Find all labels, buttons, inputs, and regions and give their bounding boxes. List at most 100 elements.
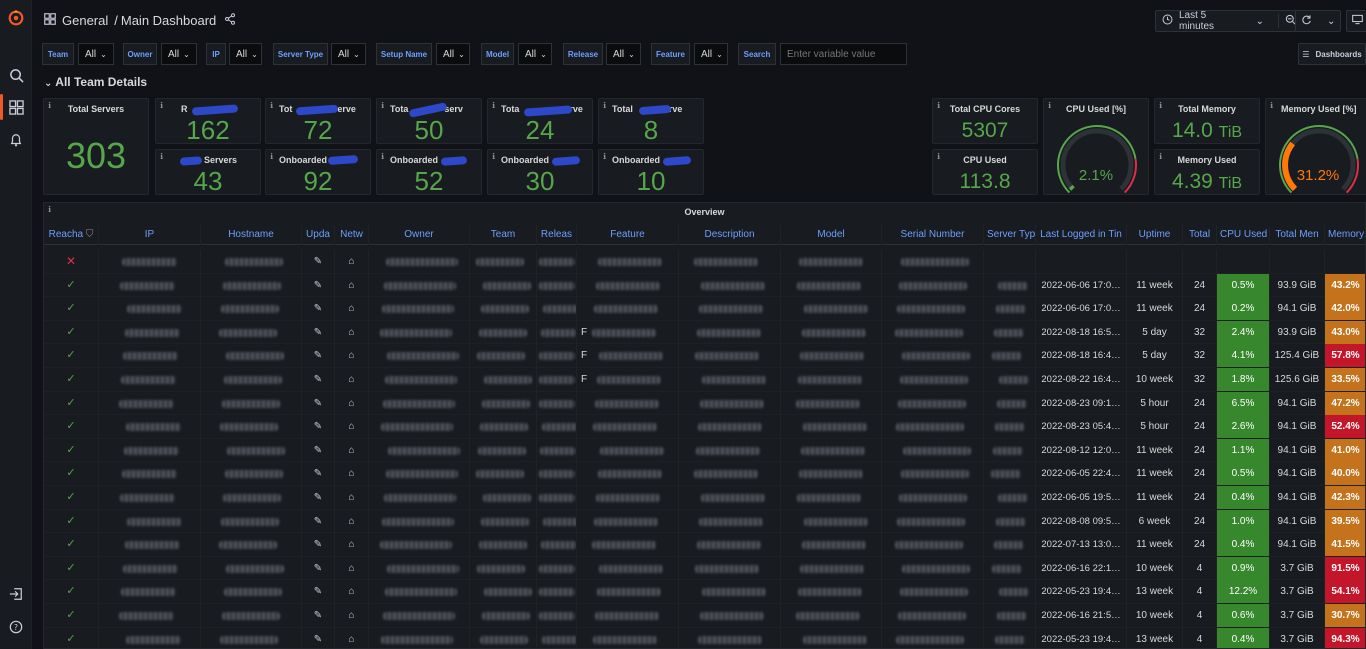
edit-icon[interactable]: ✎ [314,539,322,550]
sign-in-icon[interactable] [6,584,26,604]
network-icon[interactable]: ⌂ [348,539,354,550]
column-header[interactable]: Releas [537,225,577,245]
table-row[interactable]: ✓ ✎ ⌂ L 2022-08-23 05:4…5 hour242.6%94.1 GiB… [44,415,1365,439]
column-header[interactable]: IP [99,225,201,245]
tv-mode-button[interactable] [1346,10,1366,32]
grafana-logo-icon[interactable] [6,8,26,28]
network-icon[interactable]: ⌂ [348,398,354,409]
table-row[interactable]: ✓ ✎ ⌂ F 2022-08-18 16:4… 5 day 32 4.1% 125.4 GiB… [44,344,1365,368]
edit-icon[interactable]: ✎ [314,492,322,503]
edit-icon[interactable]: ✎ [314,421,322,432]
table-row[interactable]: ✓ ✎ ⌂ L 2022-06-06 17:0…11 week240.5%93.9 Gi… [44,273,1365,298]
column-header[interactable]: Uptime [1127,225,1183,245]
edit-icon[interactable]: ✎ [314,610,322,621]
filter-icon[interactable]: ⛉ [83,229,94,240]
stat-total-memory[interactable]: ℹ Total Memory 14.0 TiB [1154,98,1260,144]
network-icon[interactable]: ⌂ [348,327,354,338]
column-header[interactable]: Reacha ⛉ [44,225,99,245]
column-header[interactable]: Upda [302,225,335,245]
network-icon[interactable]: ⌂ [348,280,354,291]
edit-icon[interactable]: ✎ [314,634,322,645]
var-select-team[interactable]: All ⌄ [78,43,114,65]
stat-panel-9[interactable]: ℹ Onboarded 30 [487,149,593,195]
table-row[interactable]: ✓ ✎ ⌂ E 2022-06-16 22:1…10 week40.9%3.7 GiB9… [44,556,1365,581]
table-row[interactable]: ✓ ✎ ⌂ 2022-06-05 19:5… 11 week 24 0.4% 94.1 GiB… [44,485,1365,510]
dashboard-title[interactable]: Main Dashboard [121,13,216,28]
stat-panel-3[interactable]: ℹ Tota serv 50 [376,98,482,144]
network-icon[interactable]: ⌂ [348,421,354,432]
column-header[interactable]: Total Men [1270,225,1325,245]
dashboards-button[interactable]: ☰ Dashboards [1298,43,1366,65]
edit-icon[interactable]: ✎ [314,563,322,574]
table-row[interactable]: ✓ ✎ ⌂ L 2022-06-06 17:0…11 week240.2%94.1 Gi… [44,297,1365,321]
table-row[interactable]: ✕ ✎ ⌂ [44,250,1365,274]
table-row[interactable]: ✓ ✎ ⌂ 2022-05-23 19:4… 13 week 4 12.2% 3.7 GiB 5… [44,580,1365,604]
column-header[interactable]: Hostname [201,225,302,245]
var-select-ip[interactable]: All ⌄ [229,43,262,65]
row-header[interactable]: ⌄ All Team Details [44,75,147,89]
column-header[interactable]: Server Typ [984,225,1036,245]
table-row[interactable]: ✓ ✎ ⌂ F 2022-08-18 16:5… 5 day 32 2.4% 93.9 GiB 4… [44,320,1365,345]
column-header[interactable]: Last Logged in Tin [1036,225,1127,245]
network-icon[interactable]: ⌂ [348,610,354,621]
column-header[interactable]: Netw [335,225,369,245]
column-header[interactable]: Memory U [1325,225,1365,245]
stat-memory-used[interactable]: ℹ Memory Used 4.39 TiB [1154,149,1260,195]
refresh-interval-chevron-icon[interactable]: ⌄ [1327,16,1335,27]
network-icon[interactable]: ⌂ [348,563,354,574]
stat-panel-7[interactable]: ℹ Onboarded 92 [265,149,371,195]
edit-icon[interactable]: ✎ [314,398,322,409]
variable-search-input[interactable] [780,43,907,65]
network-icon[interactable]: ⌂ [348,445,354,456]
var-select-feature[interactable]: All ⌄ [694,43,728,65]
stat-panel-1[interactable]: ℹ R 162 [155,98,261,144]
var-select-release[interactable]: All ⌄ [606,43,641,65]
column-header[interactable]: Model [781,225,882,245]
share-icon[interactable] [224,13,236,28]
stat-panel-6[interactable]: ℹ Servers 43 [155,149,261,195]
gauge-memory-used-percent[interactable]: ℹ Memory Used [%] 31.2% [1265,98,1366,195]
var-select-server-type[interactable]: All ⌄ [331,43,366,65]
edit-icon[interactable]: ✎ [314,586,322,597]
table-row[interactable]: ✓ ✎ ⌂ F 2022-07-13 13:0…11 week240.4%94.1 Gi… [44,533,1365,557]
network-icon[interactable]: ⌂ [348,256,354,267]
help-icon[interactable]: ? [6,617,26,637]
table-row[interactable]: ✓ ✎ ⌂ F 2022-08-22 16:4… 10 week 32 1.8% 125.6 G… [44,367,1365,392]
stat-total-servers[interactable]: ℹ Total Servers 303 [43,98,149,195]
stat-total-cpu-cores[interactable]: ℹ Total CPU Cores 5307 [932,98,1038,144]
search-icon[interactable] [6,65,26,85]
network-icon[interactable]: ⌂ [348,586,354,597]
edit-icon[interactable]: ✎ [314,374,322,385]
edit-icon[interactable]: ✎ [314,303,322,314]
var-select-owner[interactable]: All ⌄ [161,43,197,65]
network-icon[interactable]: ⌂ [348,350,354,361]
column-header[interactable]: Total [1183,225,1217,245]
table-row[interactable]: ✓ ✎ ⌂ L 2022-08-12 12:0…11 week241.1%94.1 Gi… [44,438,1365,463]
network-icon[interactable]: ⌂ [348,303,354,314]
table-row[interactable]: ✓ ✎ ⌂ E 2022-05-23 19:4…13 week40.4%3.7 GiB9… [44,627,1365,648]
table-row[interactable]: ✓ ✎ ⌂ L 2022-06-05 22:4…11 week240.5%94.1 Gi… [44,462,1365,486]
edit-icon[interactable]: ✎ [314,468,322,479]
edit-icon[interactable]: ✎ [314,350,322,361]
column-header[interactable]: Serial Number [882,225,984,245]
stat-panel-5[interactable]: ℹ Total rve 8 [598,98,704,144]
table-row[interactable]: ✓ ✎ ⌂ F 2022-08-08 09:5…6 week241.0%94.1 GiB… [44,509,1365,534]
edit-icon[interactable]: ✎ [314,256,322,267]
stat-panel-4[interactable]: ℹ Totaserve 24 [487,98,593,144]
column-header[interactable]: Owner [369,225,470,245]
column-header[interactable]: CPU Used [1217,225,1270,245]
network-icon[interactable]: ⌂ [348,634,354,645]
column-header[interactable]: Description [679,225,781,245]
stat-panel-8[interactable]: ℹ Onboarded 52 [376,149,482,195]
stat-panel-2[interactable]: ℹ Tot serve 72 [265,98,371,144]
table-row[interactable]: ✓ ✎ ⌂ 2022-08-23 09:1… 5 hour 24 6.5% 94.1 GiB 4… [44,391,1365,416]
network-icon[interactable]: ⌂ [348,468,354,479]
var-select-model[interactable]: All ⌄ [518,43,552,65]
var-select-setup-name[interactable]: All ⌄ [436,43,470,65]
stat-cpu-used[interactable]: ℹ CPU Used 113.8 [932,149,1038,195]
network-icon[interactable]: ⌂ [348,516,354,527]
stat-panel-10[interactable]: ℹ Onboarded 10 [598,149,704,195]
gauge-cpu-used-percent[interactable]: ℹ CPU Used [%] 2.1% [1043,98,1149,195]
breadcrumb-folder[interactable]: General [62,13,108,28]
dashboards-icon[interactable] [6,97,26,117]
